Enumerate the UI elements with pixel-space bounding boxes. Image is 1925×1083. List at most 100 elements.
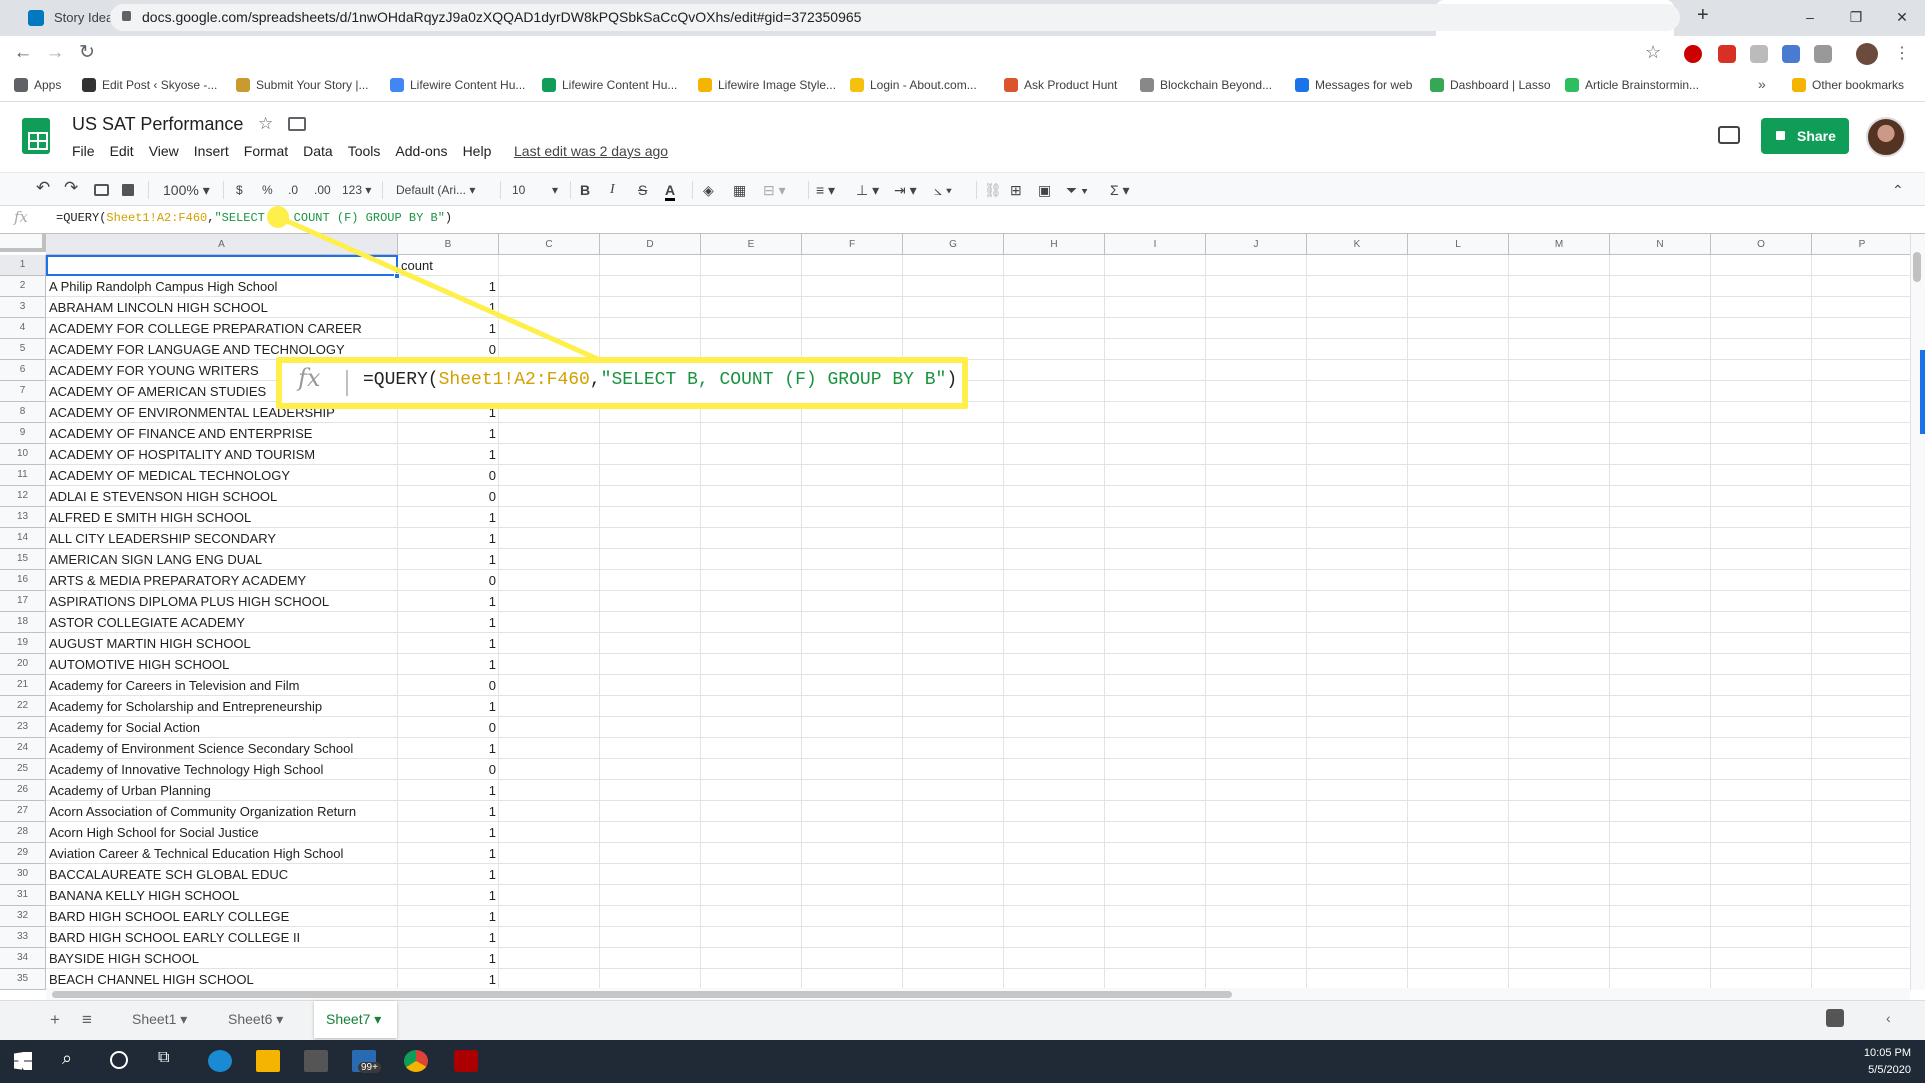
cell-school-name[interactable]: Academy of Innovative Technology High Sc… [46,759,398,780]
column-header[interactable]: I [1105,234,1206,255]
row-header[interactable]: 8 [0,402,46,423]
text-wrapping-icon[interactable]: ⇥ ▾ [894,182,917,198]
menu-format[interactable]: Format [244,143,288,159]
column-header[interactable]: G [903,234,1004,255]
select-all-corner[interactable] [0,234,46,252]
percent-button[interactable]: % [262,182,273,198]
adblock-icon[interactable] [1684,45,1702,63]
row-header[interactable]: 34 [0,948,46,969]
undo-icon[interactable]: ↶ [36,179,50,196]
merge-cells-icon[interactable]: ⊟ ▾ [763,182,786,198]
cell-school-name[interactable]: Academy of Environment Science Secondary… [46,738,398,759]
formula-input[interactable]: =QUERY(Sheet1!A2:F460,"SELECT B, COUNT (… [56,211,452,225]
bookmark-item[interactable]: Ask Product Hunt [1004,77,1117,93]
system-clock[interactable]: 10:05 PM 5/5/2020 [1864,1045,1911,1079]
horizontal-align-icon[interactable]: ≡ ▾ [816,182,835,198]
cell-count[interactable]: 0 [398,717,499,738]
italic-button[interactable]: I [610,182,615,198]
vertical-scrollbar[interactable] [1910,234,1925,990]
fill-handle[interactable] [394,273,400,279]
cell-count[interactable]: 1 [398,318,499,339]
extension-mail-icon[interactable] [1718,45,1736,63]
cell-school-name[interactable]: Academy for Scholarship and Entrepreneur… [46,696,398,717]
horizontal-scroll-thumb[interactable] [52,991,1232,998]
cell-school-name[interactable]: ACADEMY OF FINANCE AND ENTERPRISE [46,423,398,444]
functions-button[interactable]: Σ ▾ [1110,182,1130,198]
address-bar[interactable]: docs.google.com/spreadsheets/d/1nwOHdaRq… [110,4,1680,31]
cell-school-name[interactable]: Academy for Social Action [46,717,398,738]
cell-count[interactable]: 1 [398,822,499,843]
windows-start-icon[interactable] [14,1052,32,1070]
cell-count[interactable]: 1 [398,780,499,801]
row-header[interactable]: 16 [0,570,46,591]
row-header[interactable]: 2 [0,276,46,297]
row-header[interactable]: 4 [0,318,46,339]
row-header[interactable]: 15 [0,549,46,570]
row-header[interactable]: 6 [0,360,46,381]
zoom-select[interactable]: 100% ▾ [163,182,210,198]
row-header[interactable]: 5 [0,339,46,360]
cell-school-name[interactable]: BEACH CHANNEL HIGH SCHOOL [46,969,398,990]
row-header[interactable]: 28 [0,822,46,843]
row-header[interactable]: 30 [0,864,46,885]
bookmark-item[interactable]: Lifewire Content Hu... [542,77,677,93]
column-header[interactable]: F [802,234,903,255]
cell-count[interactable]: 1 [398,591,499,612]
borders-icon[interactable]: ▦ [733,182,746,198]
cell-school-name[interactable]: Acorn Association of Community Organizat… [46,801,398,822]
cell-school-name[interactable]: Aviation Career & Technical Education Hi… [46,843,398,864]
account-avatar[interactable] [1866,117,1906,157]
cortana-icon[interactable] [110,1051,128,1069]
row-header[interactable]: 19 [0,633,46,654]
cell-count[interactable]: 1 [398,528,499,549]
row-header[interactable]: 9 [0,423,46,444]
document-title[interactable]: US SAT Performance [72,114,243,135]
bookmark-item[interactable]: Submit Your Story |... [236,77,369,93]
browser-menu-icon[interactable]: ⋮ [1894,43,1910,63]
cell-school-name[interactable]: A Philip Randolph Campus High School [46,276,398,297]
menu-file[interactable]: File [72,143,95,159]
row-header[interactable]: 12 [0,486,46,507]
row-header[interactable]: 32 [0,906,46,927]
cell-school-name[interactable]: ASTOR COLLEGIATE ACADEMY [46,612,398,633]
font-select[interactable]: Default (Ari... ▾ [396,182,475,198]
share-button[interactable]: Share [1761,118,1849,154]
bookmark-star-icon[interactable]: ☆ [1645,42,1661,63]
column-header[interactable]: H [1004,234,1105,255]
print-icon[interactable] [94,184,109,196]
last-edit-link[interactable]: Last edit was 2 days ago [514,143,668,159]
bold-button[interactable]: B [580,182,590,198]
bookmark-item[interactable]: Lifewire Image Style... [698,77,836,93]
cell-school-name[interactable]: ABRAHAM LINCOLN HIGH SCHOOL [46,297,398,318]
cell-count[interactable]: 1 [398,969,499,990]
text-rotation-icon[interactable]: ⦣ ▾ [934,182,952,198]
cell-school-name[interactable]: ASPIRATIONS DIPLOMA PLUS HIGH SCHOOL [46,591,398,612]
all-sheets-icon[interactable]: ≡ [82,1010,92,1030]
column-header[interactable]: C [499,234,600,255]
cell-count[interactable]: 1 [398,507,499,528]
cell-school-name[interactable]: BAYSIDE HIGH SCHOOL [46,948,398,969]
column-header[interactable]: K [1307,234,1408,255]
chrome-icon[interactable] [404,1050,428,1072]
column-header[interactable]: O [1711,234,1812,255]
reload-icon[interactable]: ↻ [74,40,100,66]
snagit-icon[interactable] [454,1050,478,1072]
extension-screen-icon[interactable] [1782,45,1800,63]
row-header[interactable]: 24 [0,738,46,759]
bookmark-item[interactable]: Lifewire Content Hu... [390,77,525,93]
cell-count[interactable]: 1 [398,927,499,948]
currency-button[interactable]: $ [236,182,243,198]
cell-school-name[interactable]: AMERICAN SIGN LANG ENG DUAL [46,549,398,570]
fill-color-icon[interactable]: ◈ [703,182,714,198]
row-header[interactable]: 7 [0,381,46,402]
extension-cast-icon[interactable] [1814,45,1832,63]
other-bookmarks[interactable]: Other bookmarks [1792,77,1904,93]
star-icon[interactable]: ☆ [258,114,273,134]
sheets-logo-icon[interactable] [22,118,50,154]
forward-icon[interactable]: → [42,40,68,66]
bookmark-item[interactable]: Blockchain Beyond... [1140,77,1272,93]
menu-tools[interactable]: Tools [348,143,381,159]
row-header[interactable]: 31 [0,885,46,906]
cell-school-name[interactable]: ACADEMY FOR COLLEGE PREPARATION CAREER [46,318,398,339]
row-header[interactable]: 1 [0,255,46,276]
